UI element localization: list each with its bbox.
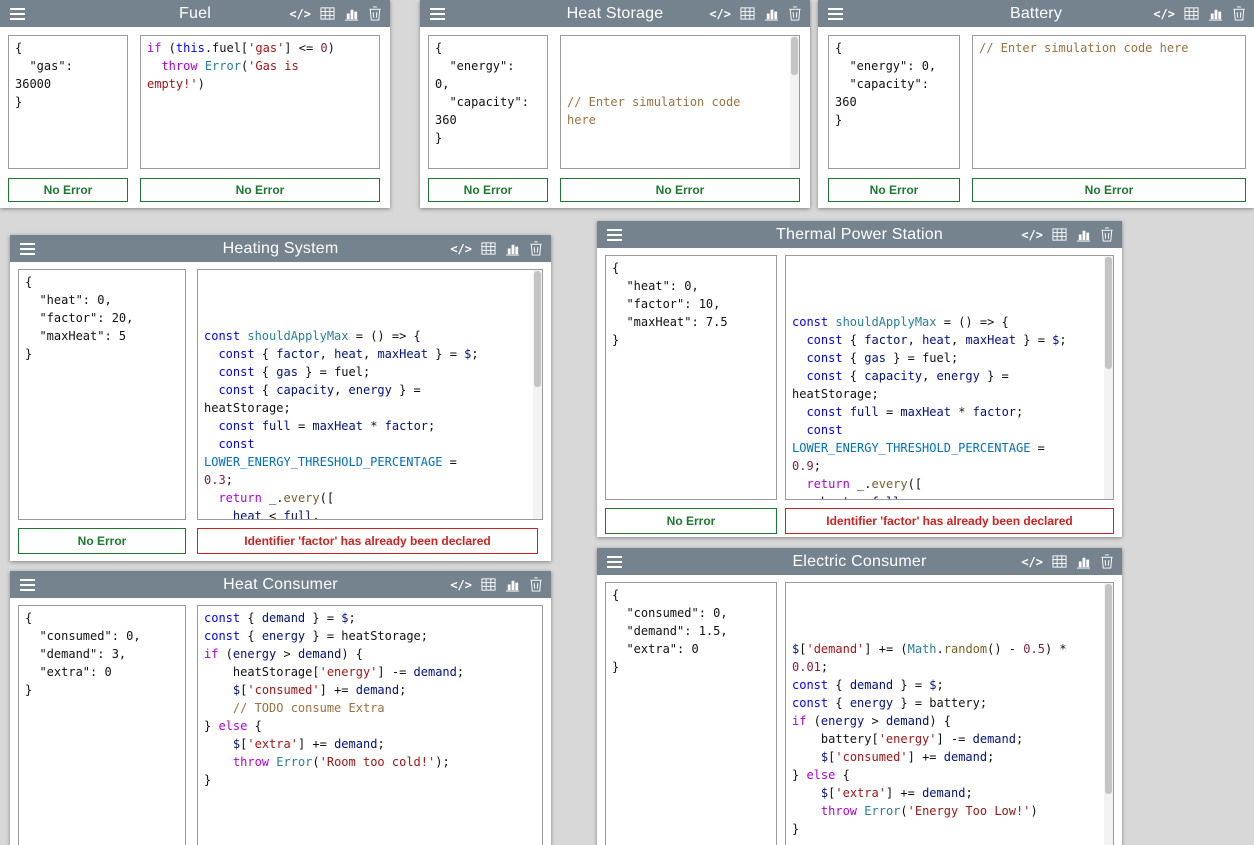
table-icon[interactable] xyxy=(1052,554,1067,569)
code-editor[interactable]: if (this.fuel['gas'] <= 0) throw Error('… xyxy=(140,35,380,169)
scrollbar[interactable] xyxy=(1104,256,1113,499)
state-editor[interactable]: { "consumed": 0, "demand": 3, "extra": 0… xyxy=(18,605,186,845)
trash-icon[interactable] xyxy=(529,577,543,592)
code-view-icon[interactable]: </> xyxy=(450,242,472,256)
trash-icon[interactable] xyxy=(1100,554,1114,569)
table-icon[interactable] xyxy=(1184,6,1199,21)
menu-icon[interactable] xyxy=(10,5,25,23)
panel-header: Electric Consumer </> xyxy=(597,548,1122,575)
panel-header: Fuel </> xyxy=(0,0,390,27)
panel-battery: Battery </> { "energy": 0, "capacity":36… xyxy=(818,0,1254,208)
state-editor[interactable]: { "heat": 0, "factor": 20, "maxHeat": 5} xyxy=(18,269,186,520)
state-editor[interactable]: { "energy": 0, "capacity":360} xyxy=(828,35,960,169)
panel-header: Heating System </> xyxy=(10,235,551,262)
status-right: No Error xyxy=(140,178,380,202)
chart-icon[interactable] xyxy=(1076,227,1091,242)
status-right: No Error xyxy=(560,178,800,202)
simulation-board: Fuel </> { "gas":36000} if (this.fuel['g… xyxy=(0,0,1254,845)
code-editor[interactable]: // Enter simulation code here xyxy=(972,35,1246,169)
trash-icon[interactable] xyxy=(368,6,382,21)
status-left: No Error xyxy=(428,178,548,202)
panel-header: Battery </> xyxy=(818,0,1254,27)
panel-heating-system: Heating System </> { "heat": 0, "factor"… xyxy=(10,235,551,561)
chart-icon[interactable] xyxy=(1076,554,1091,569)
panel-header: Heat Consumer </> xyxy=(10,571,551,598)
code-editor[interactable]: const { demand } = $;const { energy } = … xyxy=(197,605,543,845)
table-icon[interactable] xyxy=(320,6,335,21)
panel-thermal-power-station: Thermal Power Station </> { "heat": 0, "… xyxy=(597,221,1122,537)
panel-header: Heat Storage </> xyxy=(420,0,810,27)
panel-heat-storage: Heat Storage </> { "energy":0, "capacity… xyxy=(420,0,810,208)
code-editor[interactable]: $['demand'] += (Math.random() - 0.5) *0.… xyxy=(785,582,1114,845)
state-editor[interactable]: { "gas":36000} xyxy=(8,35,128,169)
status-right: Identifier 'factor' has already been dec… xyxy=(197,528,538,554)
chart-icon[interactable] xyxy=(505,241,520,256)
status-left: No Error xyxy=(828,178,960,202)
trash-icon[interactable] xyxy=(1232,6,1246,21)
menu-icon[interactable] xyxy=(607,553,622,571)
code-editor[interactable]: const shouldApplyMax = () => { const { f… xyxy=(785,255,1114,500)
table-icon[interactable] xyxy=(740,6,755,21)
code-view-icon[interactable]: </> xyxy=(1021,228,1043,242)
status-left: No Error xyxy=(605,508,777,534)
trash-icon[interactable] xyxy=(788,6,802,21)
code-view-icon[interactable]: </> xyxy=(709,7,731,21)
chart-icon[interactable] xyxy=(344,6,359,21)
status-left: No Error xyxy=(8,178,128,202)
panel-electric-consumer: Electric Consumer </> { "consumed": 0, "… xyxy=(597,548,1122,845)
state-editor[interactable]: { "heat": 0, "factor": 10, "maxHeat": 7.… xyxy=(605,255,777,500)
chart-icon[interactable] xyxy=(505,577,520,592)
code-editor[interactable]: const shouldApplyMax = () => { const { f… xyxy=(197,269,543,520)
code-view-icon[interactable]: </> xyxy=(450,578,472,592)
chart-icon[interactable] xyxy=(1208,6,1223,21)
code-editor[interactable]: // Enter simulation codehere xyxy=(560,35,800,169)
table-icon[interactable] xyxy=(481,577,496,592)
trash-icon[interactable] xyxy=(529,241,543,256)
code-view-icon[interactable]: </> xyxy=(1021,555,1043,569)
status-right: No Error xyxy=(972,178,1246,202)
scrollbar[interactable] xyxy=(533,270,542,519)
panel-header: Thermal Power Station </> xyxy=(597,221,1122,248)
scrollbar[interactable] xyxy=(790,36,799,168)
trash-icon[interactable] xyxy=(1100,227,1114,242)
state-editor[interactable]: { "energy":0, "capacity":360} xyxy=(428,35,548,169)
chart-icon[interactable] xyxy=(764,6,779,21)
panel-heat-consumer: Heat Consumer </> { "consumed": 0, "dema… xyxy=(10,571,551,845)
menu-icon[interactable] xyxy=(828,5,843,23)
menu-icon[interactable] xyxy=(607,226,622,244)
menu-icon[interactable] xyxy=(20,240,35,258)
state-editor[interactable]: { "consumed": 0, "demand": 1.5, "extra":… xyxy=(605,582,777,845)
table-icon[interactable] xyxy=(481,241,496,256)
status-right: Identifier 'factor' has already been dec… xyxy=(785,508,1114,534)
scrollbar[interactable] xyxy=(1104,583,1113,845)
menu-icon[interactable] xyxy=(430,5,445,23)
table-icon[interactable] xyxy=(1052,227,1067,242)
code-view-icon[interactable]: </> xyxy=(1153,7,1175,21)
menu-icon[interactable] xyxy=(20,576,35,594)
code-view-icon[interactable]: </> xyxy=(289,7,311,21)
status-left: No Error xyxy=(18,528,186,554)
panel-fuel: Fuel </> { "gas":36000} if (this.fuel['g… xyxy=(0,0,390,208)
